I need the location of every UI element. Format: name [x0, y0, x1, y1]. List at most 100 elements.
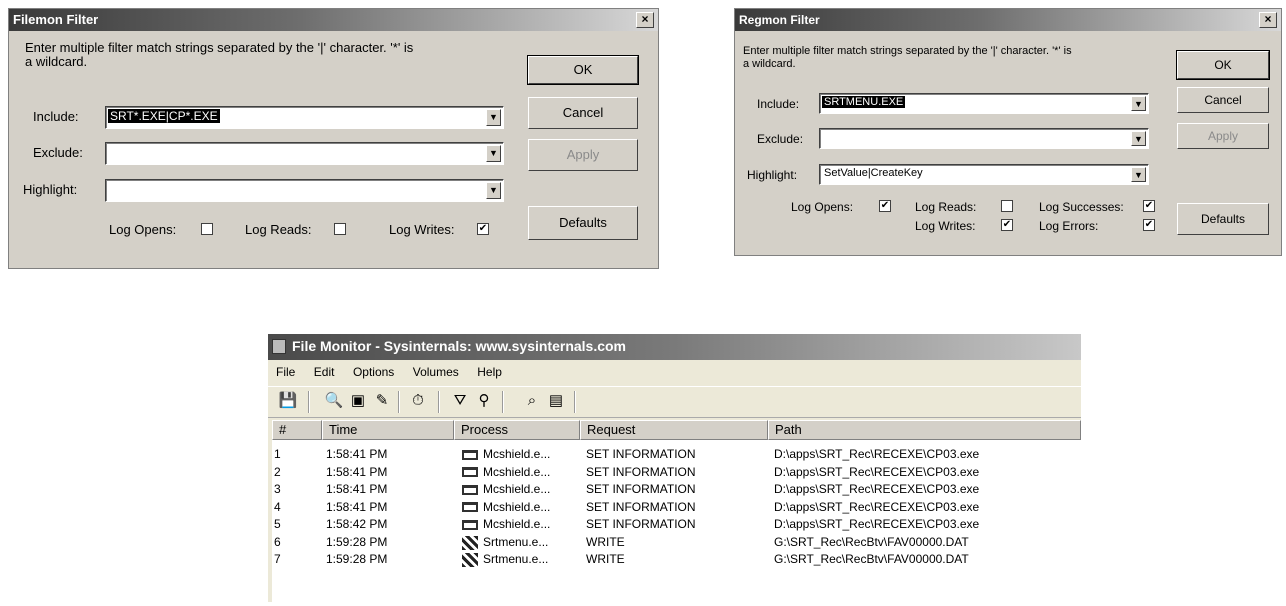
row-path: D:\apps\SRT_Rec\RECEXE\CP03.exe: [774, 482, 980, 496]
log-errors-checkbox[interactable]: ✔: [1143, 219, 1155, 231]
log-reads-checkbox[interactable]: [1001, 200, 1013, 212]
jump-icon[interactable]: ▤: [546, 391, 566, 411]
regmon-filter-title: Regmon Filter: [739, 13, 820, 27]
process-name: Mcshield.e...: [483, 517, 551, 531]
process-name: Mcshield.e...: [483, 482, 551, 496]
log-writes-label: Log Writes:: [389, 222, 455, 237]
row-number: 1: [274, 447, 281, 461]
log-writes-label: Log Writes:: [915, 219, 976, 233]
magnify-icon[interactable]: 🔍: [324, 391, 344, 411]
window-icon: [462, 484, 478, 495]
ok-button[interactable]: OK: [1176, 50, 1270, 80]
menu-options[interactable]: Options: [353, 365, 394, 379]
close-icon[interactable]: ×: [636, 12, 654, 28]
filemon-filter-dialog: Filemon Filter × Enter multiple filter m…: [8, 8, 659, 269]
app-icon: [272, 339, 286, 354]
chevron-down-icon[interactable]: ▼: [1131, 96, 1146, 111]
include-combo[interactable]: SRT*.EXE|CP*.EXE ▼: [105, 106, 504, 129]
row-path: G:\SRT_Rec\RecBtv\FAV00000.DAT: [774, 534, 969, 549]
file-monitor-title: File Monitor - Sysinternals: www.sysinte…: [292, 338, 627, 354]
ok-button[interactable]: OK: [527, 55, 639, 85]
row-time: 1:58:41 PM: [326, 499, 388, 514]
chevron-down-icon[interactable]: ▼: [1131, 131, 1146, 146]
column-header-request[interactable]: Request: [580, 420, 768, 440]
table-row[interactable]: 7 1:59:28 PM Srtmenu.e... WRITE G:\SRT_Rec\R…: [272, 552, 1081, 567]
edit-filter-icon[interactable]: ✎: [372, 391, 392, 411]
toolbar-separator: [502, 391, 504, 413]
log-writes-checkbox[interactable]: ✔: [1001, 219, 1013, 231]
prompt-line-2: a wildcard.: [25, 54, 88, 69]
row-request: SET INFORMATION: [586, 517, 696, 531]
column-header-number[interactable]: #: [272, 420, 322, 440]
cancel-button[interactable]: Cancel: [1177, 87, 1269, 113]
filemon-filter-title: Filemon Filter: [13, 12, 99, 27]
find-icon[interactable]: ⌕: [522, 391, 542, 411]
include-value: SRTMENU.EXE: [822, 96, 906, 108]
process-name: Mcshield.e...: [483, 499, 551, 514]
table-row[interactable]: 2 1:58:41 PM Mcshield.e... SET INFORMATION D…: [272, 464, 1081, 479]
log-writes-checkbox[interactable]: ✔: [477, 223, 489, 235]
chevron-down-icon[interactable]: ▼: [486, 182, 501, 199]
row-path: G:\SRT_Rec\RecBtv\FAV00000.DAT: [774, 552, 969, 566]
column-header-path[interactable]: Path: [768, 420, 1081, 440]
highlight-icon[interactable]: ⚲: [474, 391, 494, 411]
defaults-button[interactable]: Defaults: [528, 206, 638, 240]
defaults-button[interactable]: Defaults: [1177, 203, 1269, 235]
cancel-button[interactable]: Cancel: [528, 97, 638, 129]
table-row[interactable]: 4 1:58:41 PM Mcshield.e... SET INFORMATION D…: [272, 499, 1081, 514]
row-request: SET INFORMATION: [586, 499, 696, 514]
include-value: SRT*.EXE|CP*.EXE: [108, 109, 220, 123]
event-list[interactable]: 1 1:58:41 PM Mcshield.e... SET INFORMATION D…: [272, 440, 1081, 602]
row-path: D:\apps\SRT_Rec\RECEXE\CP03.exe: [774, 499, 980, 514]
exclude-label: Exclude:: [757, 132, 804, 146]
window-icon: [462, 467, 478, 478]
log-successes-checkbox[interactable]: ✔: [1143, 200, 1155, 212]
srtmenu-icon: [462, 535, 478, 550]
table-row[interactable]: 1 1:58:41 PM Mcshield.e... SET INFORMATION D…: [272, 448, 1081, 461]
prompt-line-2: a wildcard.: [743, 58, 796, 70]
menu-edit[interactable]: Edit: [314, 365, 335, 379]
table-row[interactable]: 5 1:58:42 PM Mcshield.e... SET INFORMATION D…: [272, 518, 1081, 531]
apply-button[interactable]: Apply: [1177, 123, 1269, 149]
row-process: Mcshield.e...: [462, 465, 550, 479]
row-number: 3: [274, 482, 281, 496]
regmon-filter-prompt: Enter multiple filter match strings sepa…: [743, 45, 1163, 71]
exclude-combo[interactable]: ▼: [819, 128, 1149, 149]
log-errors-label: Log Errors:: [1039, 219, 1099, 233]
clock-icon[interactable]: ⏱: [408, 391, 428, 411]
include-label: Include:: [757, 97, 800, 111]
log-reads-checkbox[interactable]: [334, 223, 346, 235]
row-time: 1:58:41 PM: [326, 482, 388, 496]
process-name: Mcshield.e...: [483, 447, 551, 461]
chevron-down-icon[interactable]: ▼: [1131, 167, 1146, 182]
exclude-combo[interactable]: ▼: [105, 142, 504, 165]
toolbar: 💾 🔍 ▣ ✎ ⏱ ⛛ ⚲ ⌕ ▤: [268, 386, 1081, 418]
chevron-down-icon[interactable]: ▼: [486, 109, 501, 126]
row-time: 1:58:42 PM: [326, 517, 388, 531]
row-path: D:\apps\SRT_Rec\RECEXE\CP03.exe: [774, 517, 980, 531]
column-header-process[interactable]: Process: [454, 420, 580, 440]
log-reads-label: Log Reads:: [245, 222, 312, 237]
capture-icon[interactable]: ▣: [348, 391, 368, 411]
menu-volumes[interactable]: Volumes: [413, 365, 459, 379]
highlight-combo[interactable]: ▼: [105, 179, 504, 202]
chevron-down-icon[interactable]: ▼: [486, 145, 501, 162]
apply-button[interactable]: Apply: [528, 139, 638, 171]
row-process: Srtmenu.e...: [462, 553, 548, 567]
include-combo[interactable]: SRTMENU.EXE ▼: [819, 93, 1149, 114]
menu-file[interactable]: File: [276, 365, 295, 379]
row-path: D:\apps\SRT_Rec\RECEXE\CP03.exe: [774, 464, 980, 479]
log-opens-checkbox[interactable]: ✔: [879, 200, 891, 212]
filter-icon[interactable]: ⛛: [450, 391, 470, 411]
table-row[interactable]: 3 1:58:41 PM Mcshield.e... SET INFORMATION D…: [272, 483, 1081, 496]
save-icon[interactable]: 💾: [278, 391, 298, 411]
process-name: Srtmenu.e...: [483, 534, 549, 549]
column-header-time[interactable]: Time: [322, 420, 454, 440]
highlight-combo[interactable]: SetValue|CreateKey ▼: [819, 164, 1149, 185]
menu-help[interactable]: Help: [477, 365, 502, 379]
log-opens-checkbox[interactable]: [201, 223, 213, 235]
close-icon[interactable]: ×: [1259, 12, 1277, 28]
table-row[interactable]: 6 1:59:28 PM Srtmenu.e... WRITE G:\SRT_Rec\R…: [272, 534, 1081, 550]
filemon-filter-titlebar: Filemon Filter ×: [9, 9, 658, 31]
row-request: SET INFORMATION: [586, 482, 696, 496]
